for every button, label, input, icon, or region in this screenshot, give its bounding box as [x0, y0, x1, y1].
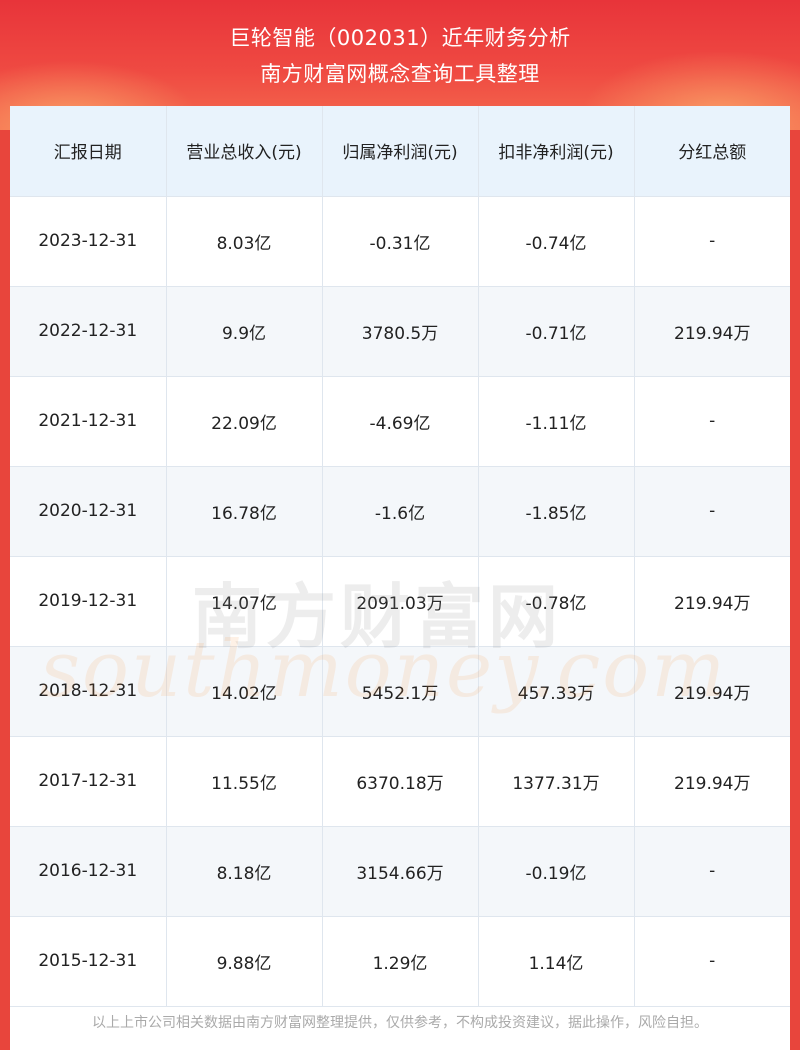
- column-header-revenue: 营业总收入(元): [166, 106, 323, 197]
- page-title: 巨轮智能（002031）近年财务分析: [229, 26, 571, 50]
- cell-dividend: -: [634, 376, 790, 467]
- cell-dividend: 219.94万: [634, 736, 790, 827]
- table-row: 2022-12-31 9.9亿 3780.5万 -0.71亿 219.94万: [10, 286, 790, 377]
- cell-date: 2023-12-31: [10, 196, 167, 287]
- cell-dividend: 219.94万: [634, 646, 790, 737]
- table-row: 2021-12-31 22.09亿 -4.69亿 -1.11亿 -: [10, 376, 790, 467]
- cell-date: 2017-12-31: [10, 736, 167, 827]
- cell-net-profit: -0.31亿: [322, 196, 479, 287]
- cell-revenue: 8.18亿: [166, 826, 323, 917]
- cell-deducted-profit: -0.74亿: [478, 196, 635, 287]
- cell-dividend: 219.94万: [634, 556, 790, 647]
- cell-net-profit: 5452.1万: [322, 646, 479, 737]
- cell-net-profit: 1.29亿: [322, 916, 479, 1007]
- cell-deducted-profit: -0.78亿: [478, 556, 635, 647]
- cell-net-profit: -1.6亿: [322, 466, 479, 557]
- cell-deducted-profit: -0.19亿: [478, 826, 635, 917]
- cell-net-profit: 2091.03万: [322, 556, 479, 647]
- cell-date: 2021-12-31: [10, 376, 167, 467]
- table-row: 2017-12-31 11.55亿 6370.18万 1377.31万 219.…: [10, 736, 790, 827]
- cell-date: 2015-12-31: [10, 916, 167, 1007]
- cell-deducted-profit: -1.11亿: [478, 376, 635, 467]
- cell-revenue: 9.88亿: [166, 916, 323, 1007]
- cell-date: 2016-12-31: [10, 826, 167, 917]
- cell-date: 2020-12-31: [10, 466, 167, 557]
- column-header-net-profit: 归属净利润(元): [322, 106, 479, 197]
- cell-dividend: -: [634, 826, 790, 917]
- table-row: 2020-12-31 16.78亿 -1.6亿 -1.85亿 -: [10, 466, 790, 557]
- cell-net-profit: 3154.66万: [322, 826, 479, 917]
- cell-deducted-profit: 457.33万: [478, 646, 635, 737]
- cell-revenue: 14.07亿: [166, 556, 323, 647]
- cell-revenue: 14.02亿: [166, 646, 323, 737]
- table-row: 2018-12-31 14.02亿 5452.1万 457.33万 219.94…: [10, 646, 790, 737]
- cell-revenue: 8.03亿: [166, 196, 323, 287]
- cell-deducted-profit: 1.14亿: [478, 916, 635, 1007]
- cell-dividend: 219.94万: [634, 286, 790, 377]
- cell-dividend: -: [634, 466, 790, 557]
- cell-revenue: 16.78亿: [166, 466, 323, 557]
- table-header-row: 汇报日期 营业总收入(元) 归属净利润(元) 扣非净利润(元) 分红总额: [10, 106, 790, 197]
- cell-deducted-profit: -0.71亿: [478, 286, 635, 377]
- cell-date: 2019-12-31: [10, 556, 167, 647]
- cell-date: 2018-12-31: [10, 646, 167, 737]
- cell-date: 2022-12-31: [10, 286, 167, 377]
- cell-revenue: 11.55亿: [166, 736, 323, 827]
- column-header-date: 汇报日期: [10, 106, 167, 197]
- column-header-deducted-profit: 扣非净利润(元): [478, 106, 635, 197]
- table-row: 2019-12-31 14.07亿 2091.03万 -0.78亿 219.94…: [10, 556, 790, 647]
- table-row: 2015-12-31 9.88亿 1.29亿 1.14亿 -: [10, 916, 790, 1007]
- column-header-dividend: 分红总额: [634, 106, 790, 197]
- cell-net-profit: 3780.5万: [322, 286, 479, 377]
- cell-dividend: -: [634, 916, 790, 1007]
- table-row: 2023-12-31 8.03亿 -0.31亿 -0.74亿 -: [10, 196, 790, 287]
- cell-revenue: 22.09亿: [166, 376, 323, 467]
- table-row: 2016-12-31 8.18亿 3154.66万 -0.19亿 -: [10, 826, 790, 917]
- cell-net-profit: 6370.18万: [322, 736, 479, 827]
- cell-deducted-profit: 1377.31万: [478, 736, 635, 827]
- cell-deducted-profit: -1.85亿: [478, 466, 635, 557]
- cell-revenue: 9.9亿: [166, 286, 323, 377]
- cell-dividend: -: [634, 196, 790, 287]
- footer-disclaimer: 以上上市公司相关数据由南方财富网整理提供，仅供参考，不构成投资建议，据此操作，风…: [92, 1015, 708, 1031]
- cell-net-profit: -4.69亿: [322, 376, 479, 467]
- financial-table: 汇报日期 营业总收入(元) 归属净利润(元) 扣非净利润(元) 分红总额 202…: [10, 106, 790, 1007]
- page-subtitle: 南方财富网概念查询工具整理: [260, 62, 540, 86]
